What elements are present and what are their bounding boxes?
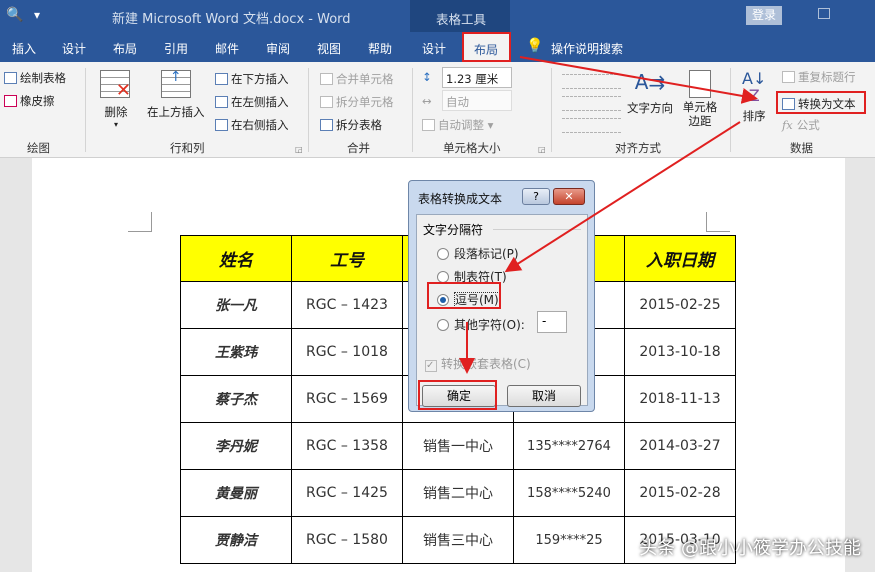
arrow-to-comma — [504, 121, 741, 273]
annotation-arrows — [459, 56, 758, 374]
watermark: 头条 @跟小小筱学办公技能 — [639, 538, 861, 559]
arrow-to-convert — [519, 56, 758, 104]
